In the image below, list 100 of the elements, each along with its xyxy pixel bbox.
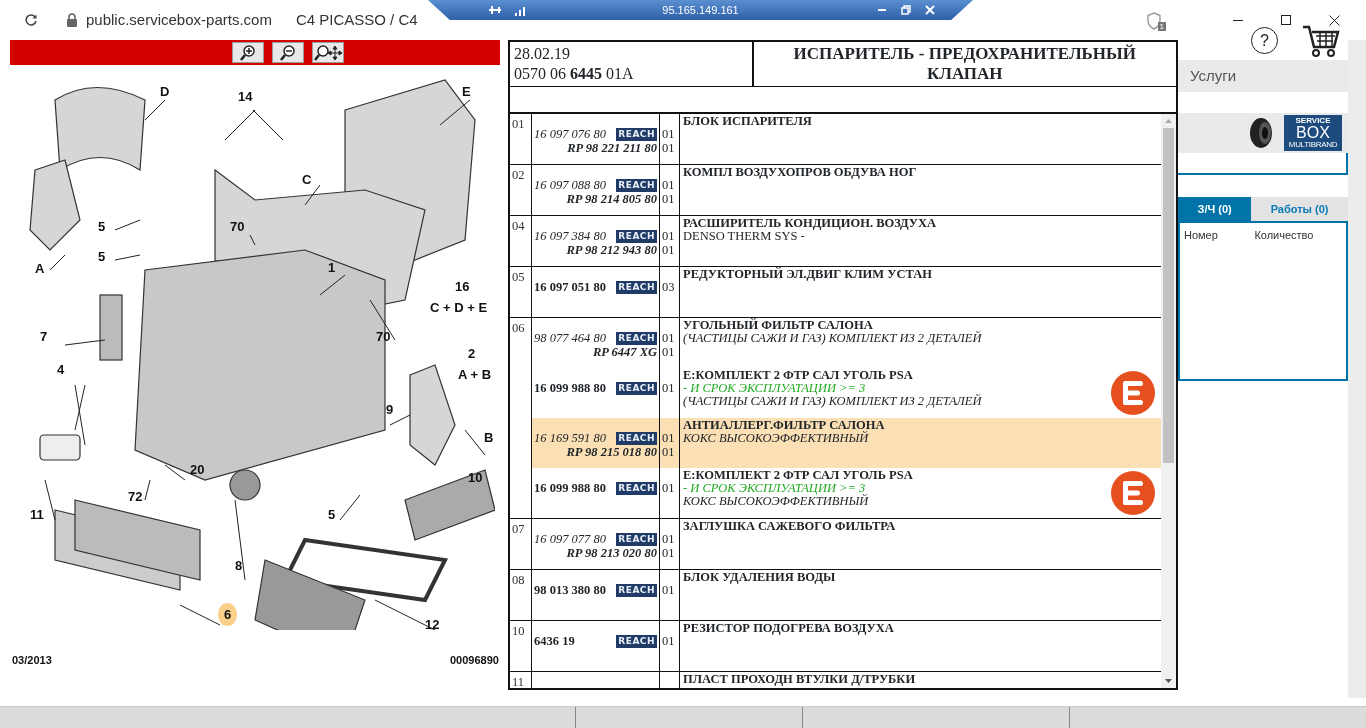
replacement-number[interactable]: RP 98 215 018 80 xyxy=(566,445,657,460)
sheet-title: ИСПАРИТЕЛЬ - ПРЕДОХРАНИТЕЛЬНЫЙ КЛАПАН xyxy=(792,43,1137,85)
part-description: Е:КОМПЛЕКТ 2 ФТР САЛ УГОЛЬ PSA xyxy=(683,369,914,383)
service-box-logo[interactable]: SERVICE BOX MULTIBRAND xyxy=(1284,115,1342,151)
callout-label: 70 xyxy=(376,330,391,343)
callout-label: 11 xyxy=(30,508,44,521)
part-number[interactable]: 98 013 380 80 xyxy=(534,583,606,598)
callout-label: A + B xyxy=(458,368,492,381)
callout-label: D xyxy=(160,85,170,98)
page-title: C4 PICASSO / C4 xyxy=(295,9,418,30)
quantity: 01 xyxy=(662,127,676,142)
replacement-number[interactable]: RP 6447 XG xyxy=(592,345,657,360)
lock-icon[interactable] xyxy=(66,12,78,28)
column-header: Количество xyxy=(1254,229,1314,241)
callout-label: 8 xyxy=(235,559,243,572)
part-number[interactable]: 16 099 988 80 xyxy=(534,381,606,396)
url-text[interactable]: public.servicebox-parts.com xyxy=(86,8,272,32)
minimize-icon xyxy=(1233,19,1243,21)
reach-badge[interactable]: REACH xyxy=(616,178,657,192)
part-number[interactable]: 16 097 051 80 xyxy=(534,280,606,295)
description-note: КОКС ВЫСОКОЭФФЕКТИВНЫЙ xyxy=(683,432,870,446)
reach-badge[interactable]: REACH xyxy=(616,431,657,445)
row-number: 10 xyxy=(510,621,532,672)
remote-address: 95.165.149.161 xyxy=(662,2,739,18)
pan-zoom-button[interactable] xyxy=(311,42,344,63)
reach-badge[interactable]: REACH xyxy=(616,634,657,648)
callout-label: 2 xyxy=(468,347,476,360)
reach-badge[interactable]: REACH xyxy=(616,331,657,345)
callout-label: 9 xyxy=(386,403,394,416)
row-number: 05 xyxy=(510,267,532,318)
reach-badge[interactable]: REACH xyxy=(616,583,657,597)
minimize-icon[interactable] xyxy=(878,9,886,12)
callout-label: 5 xyxy=(98,220,106,233)
row-number: 07 xyxy=(510,519,532,570)
cart-tab[interactable]: Работы (0) xyxy=(1251,197,1348,221)
row-number: 02 xyxy=(510,165,532,216)
drawing-date: 03/2013 xyxy=(12,655,52,666)
callout-label: 10 xyxy=(468,471,483,484)
quantity: 01 xyxy=(662,243,676,258)
reach-badge[interactable]: REACH xyxy=(616,481,657,495)
services-menu-item[interactable]: Услуги xyxy=(1178,60,1348,92)
callout-label: E xyxy=(462,85,471,98)
callout-label: 5 xyxy=(328,508,336,521)
highlighted-row[interactable]: 16 169 591 80 REACH RP 98 215 018 80 01 01 АНТИАЛЛЕРГ.ФИЛЬТР САЛОНА КОКС ВЫСОКОЭФФЕКТИВНЫЙ xyxy=(532,418,1161,469)
quantity: 01 xyxy=(662,345,676,360)
zoom-in-button[interactable] xyxy=(231,42,264,63)
part-description: ПЛАСТ ПРОХОДН ВТУЛКИ Д/ТРУБКИ xyxy=(683,673,917,687)
part-number[interactable]: 16 097 077 80 xyxy=(534,532,606,547)
replacement-number[interactable]: RP 98 221 211 80 xyxy=(567,141,657,156)
quantity: 01 xyxy=(662,532,676,547)
replacement-number[interactable]: RP 98 213 020 80 xyxy=(566,546,657,561)
close-icon[interactable] xyxy=(925,5,935,15)
part-number[interactable]: 16 169 591 80 xyxy=(534,431,606,446)
reach-badge[interactable]: REACH xyxy=(616,280,657,294)
reach-badge[interactable]: REACH xyxy=(616,229,657,243)
description-note: КОКС ВЫСОКОЭФФЕКТИВНЫЙ xyxy=(683,495,870,509)
quantity: 01 xyxy=(662,445,676,460)
callout-label: B xyxy=(484,431,494,444)
row-number: 01 xyxy=(510,114,532,165)
callout-label: 20 xyxy=(190,463,205,476)
scrollbar[interactable] xyxy=(1161,114,1176,688)
replacement-number[interactable]: RP 98 212 943 80 xyxy=(566,243,657,258)
reach-badge[interactable]: REACH xyxy=(616,532,657,546)
notification-count: 1 xyxy=(1157,22,1166,31)
callout-label: 7 xyxy=(40,330,48,343)
part-number[interactable]: 98 077 464 80 xyxy=(534,331,606,346)
magnifier-move-icon xyxy=(313,43,342,62)
part-number[interactable]: 6436 19 xyxy=(534,634,575,649)
callout-label: 16 xyxy=(455,280,470,293)
part-description: РЕДУКТОРНЫЙ ЭЛ.ДВИГ КЛИМ УСТАН xyxy=(683,268,933,282)
part-description: РЕЗИСТОР ПОДОГРЕВА ВОЗДУХА xyxy=(683,622,895,636)
pin-icon[interactable] xyxy=(488,5,502,15)
part-number[interactable]: 16 097 088 80 xyxy=(534,178,606,193)
quantity: 01 xyxy=(662,381,676,396)
part-description: Е:КОМПЛЕКТ 2 ФТР САЛ УГОЛЬ PSA xyxy=(683,469,914,483)
help-button[interactable]: ? xyxy=(1251,27,1278,54)
quantity: 01 xyxy=(662,431,676,446)
part-number[interactable]: 16 097 076 80 xyxy=(534,127,606,142)
cart-icon[interactable] xyxy=(1302,23,1340,58)
quantity: 01 xyxy=(662,634,676,649)
reach-badge[interactable]: REACH xyxy=(616,127,657,141)
reach-badge[interactable]: REACH xyxy=(616,381,657,395)
replacement-number[interactable]: RP 98 214 805 80 xyxy=(566,192,657,207)
zoom-out-icon xyxy=(278,43,297,62)
signal-icon xyxy=(514,4,528,16)
column-header: Номер xyxy=(1184,229,1218,241)
description-note: (ЧАСТИЦЫ САЖИ И ГАЗ) КОМПЛЕКТ ИЗ 2 ДЕТАЛЕЙ xyxy=(683,395,983,409)
callout-label: 6 xyxy=(218,603,238,626)
quantity: 01 xyxy=(662,141,676,156)
part-number[interactable]: 16 097 384 80 xyxy=(534,229,606,244)
zoom-out-button[interactable] xyxy=(271,42,304,63)
cart-tab[interactable]: З/Ч (0) xyxy=(1178,197,1252,221)
restore-icon[interactable] xyxy=(901,5,911,15)
description-note: DENSO THERM SYS - xyxy=(683,230,805,244)
refresh-icon[interactable] xyxy=(24,13,38,27)
quantity: 01 xyxy=(662,331,676,346)
callout-label: A xyxy=(35,262,45,275)
part-number[interactable]: 16 099 988 80 xyxy=(534,481,606,496)
callout-label: 14 xyxy=(238,90,253,103)
part-description: БЛОК ИСПАРИТЕЛЯ xyxy=(683,115,813,129)
